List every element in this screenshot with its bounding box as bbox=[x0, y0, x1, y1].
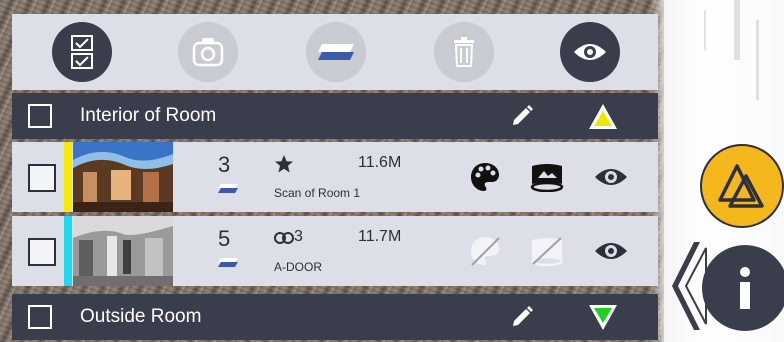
link-count: 3 bbox=[294, 228, 303, 245]
color-palette-button[interactable] bbox=[464, 230, 506, 272]
scan-visibility-button[interactable] bbox=[590, 156, 632, 198]
checklist-icon bbox=[71, 35, 93, 69]
select-all-button[interactable] bbox=[52, 22, 112, 82]
scan-toolbar bbox=[12, 14, 658, 90]
warning-icon bbox=[718, 164, 764, 208]
camera-button[interactable] bbox=[178, 22, 238, 82]
panorama-icon bbox=[530, 164, 564, 192]
edit-icon[interactable] bbox=[510, 104, 534, 128]
info-button[interactable] bbox=[702, 245, 784, 331]
scan-color-bar bbox=[64, 142, 72, 212]
group-title: Interior of Room bbox=[80, 105, 217, 126]
scan-color-bar bbox=[64, 216, 72, 286]
warning-button[interactable] bbox=[700, 144, 784, 228]
delete-button[interactable] bbox=[434, 22, 494, 82]
scan-thumbnail[interactable] bbox=[73, 142, 173, 212]
scan-checkbox[interactable] bbox=[28, 164, 56, 192]
scan-name: A-DOOR bbox=[274, 260, 322, 274]
scan-row[interactable]: 3 11.6M Scan of Room 1 bbox=[12, 142, 658, 212]
palette-disabled-icon bbox=[471, 237, 500, 266]
scan-row[interactable]: 5 3 11.7M A-DOOR bbox=[12, 216, 658, 286]
scan-thumbnail[interactable] bbox=[73, 216, 173, 286]
panorama-button[interactable] bbox=[526, 230, 568, 272]
layers-icon bbox=[218, 184, 238, 193]
eye-icon bbox=[574, 44, 606, 60]
layers-button[interactable] bbox=[306, 22, 366, 82]
link-icon bbox=[274, 232, 294, 244]
group-header[interactable]: Interior of Room bbox=[12, 93, 658, 139]
panorama-disabled-icon bbox=[530, 237, 564, 266]
layers-icon bbox=[318, 44, 354, 60]
visibility-button[interactable] bbox=[560, 22, 620, 82]
scan-size: 11.6M bbox=[358, 154, 402, 171]
camera-icon bbox=[192, 38, 224, 67]
scan-size: 11.7M bbox=[358, 228, 402, 245]
scan-count: 3 bbox=[218, 152, 231, 177]
info-icon bbox=[740, 267, 750, 309]
collapse-triangle-icon[interactable] bbox=[588, 102, 618, 130]
eye-icon bbox=[595, 243, 627, 259]
group-title: Outside Room bbox=[80, 306, 202, 327]
group-checkbox[interactable] bbox=[28, 305, 52, 329]
scan-name: Scan of Room 1 bbox=[274, 186, 361, 200]
edit-icon[interactable] bbox=[510, 305, 534, 329]
star-icon bbox=[275, 155, 293, 173]
group-checkbox[interactable] bbox=[28, 104, 52, 128]
scan-visibility-button[interactable] bbox=[590, 230, 632, 272]
group-header[interactable]: Outside Room bbox=[12, 294, 658, 340]
scan-count: 5 bbox=[218, 226, 231, 251]
eye-icon bbox=[595, 169, 627, 185]
trash-icon bbox=[454, 37, 474, 67]
panorama-button[interactable] bbox=[526, 156, 568, 198]
palette-icon bbox=[471, 163, 499, 191]
layers-icon bbox=[218, 258, 238, 267]
expand-triangle-icon[interactable] bbox=[588, 304, 618, 332]
scan-checkbox[interactable] bbox=[28, 238, 56, 266]
color-palette-button[interactable] bbox=[464, 156, 506, 198]
